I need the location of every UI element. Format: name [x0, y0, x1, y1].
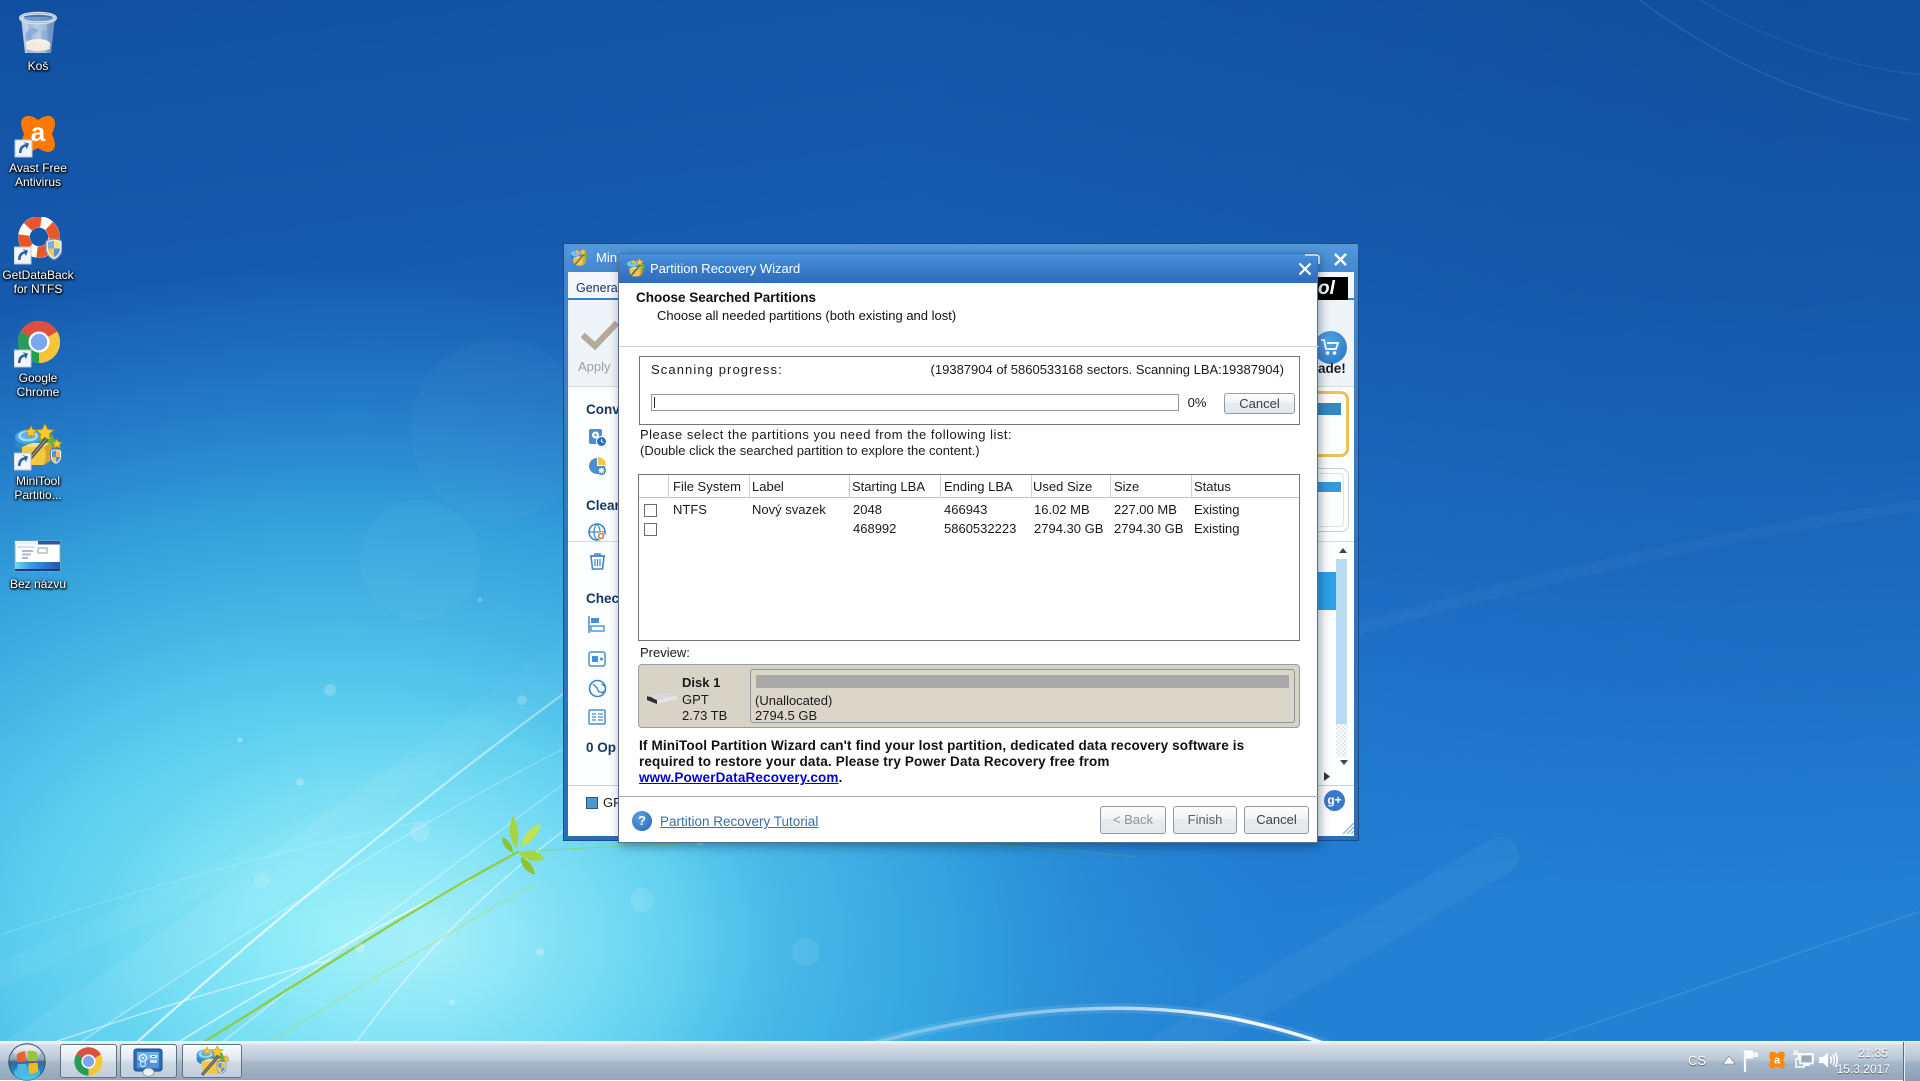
svg-text:a: a [31, 117, 46, 147]
svg-text:a: a [1774, 1055, 1781, 1067]
